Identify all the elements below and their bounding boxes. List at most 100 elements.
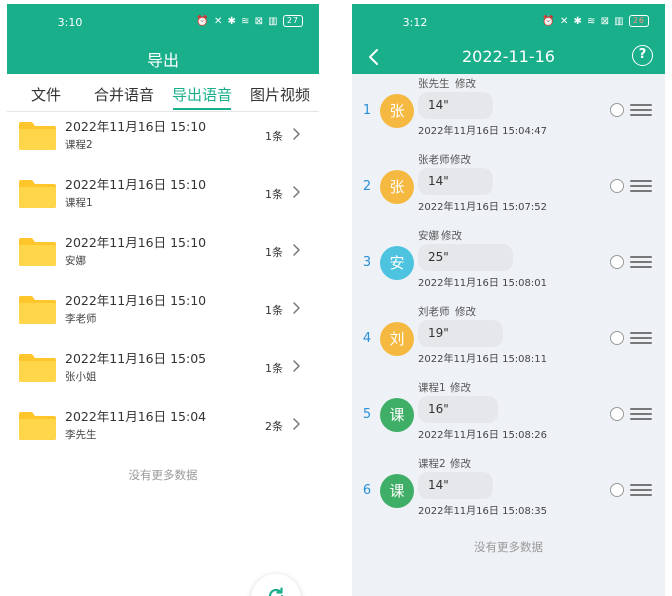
title-bar: 导出 (7, 42, 319, 74)
avatar: 课 (380, 398, 414, 432)
refresh-button[interactable] (251, 574, 301, 596)
folder-item[interactable]: 2022年11月16日 15:10 课程2 1条 (7, 108, 319, 166)
message-index: 6 (362, 483, 372, 498)
help-icon[interactable]: ? (632, 45, 653, 66)
chevron-right-icon (293, 128, 300, 140)
date-detail-screen: 3:12 ⏰ ✕ ✱ ≋ ⊠ ▥ 26 2022-11-16 ? 1 张张先生 修改… (352, 4, 665, 596)
select-radio[interactable] (610, 255, 624, 269)
folder-count: 1条 (265, 304, 283, 317)
voice-message-item: 3 安安娜 修改 25" 2022年11月16日 15:08:01 (352, 228, 665, 304)
avatar: 课 (380, 474, 414, 508)
drag-handle-icon[interactable] (630, 256, 652, 268)
folder-date: 2022年11月16日 15:10 (65, 235, 207, 250)
folder-item[interactable]: 2022年11月16日 15:10 李老师 1条 (7, 282, 319, 340)
message-timestamp: 2022年11月16日 15:08:11 (418, 354, 547, 365)
folder-count: 1条 (265, 246, 283, 259)
edit-link[interactable]: 修改 (450, 456, 471, 471)
sender-name: 刘老师 (418, 306, 450, 318)
tab-export-voice[interactable]: 导出语音 (163, 74, 241, 111)
folder-icon (19, 180, 56, 208)
folder-date: 2022年11月16日 15:10 (65, 293, 207, 308)
select-radio[interactable] (610, 179, 624, 193)
page-title: 2022-11-16 (462, 47, 555, 66)
message-index: 4 (362, 331, 372, 346)
folder-count: 1条 (265, 362, 283, 375)
folder-name: 张小姐 (65, 371, 97, 383)
voice-duration: 19" (428, 326, 449, 340)
select-radio[interactable] (610, 483, 624, 497)
select-radio[interactable] (610, 103, 624, 117)
folder-icon (19, 238, 56, 266)
folder-icon (19, 354, 56, 382)
voice-bubble[interactable]: 14" (418, 472, 493, 499)
folder-item[interactable]: 2022年11月16日 15:10 安娜 1条 (7, 224, 319, 282)
edit-link[interactable]: 修改 (441, 228, 462, 243)
title-bar: 2022-11-16 ? (352, 42, 665, 74)
voice-duration: 25" (428, 250, 449, 264)
voice-bubble[interactable]: 14" (418, 92, 493, 119)
avatar: 刘 (380, 322, 414, 356)
drag-handle-icon[interactable] (630, 408, 652, 420)
select-radio[interactable] (610, 407, 624, 421)
voice-bubble[interactable]: 14" (418, 168, 493, 195)
voice-message-item: 6 课课程2 修改 14" 2022年11月16日 15:08:35 (352, 456, 665, 532)
drag-handle-icon[interactable] (630, 180, 652, 192)
tab-images-videos[interactable]: 图片视频 (241, 74, 319, 111)
folder-name: 安娜 (65, 255, 86, 267)
no-more-data: 没有更多数据 (474, 540, 543, 554)
avatar: 安 (380, 246, 414, 280)
avatar: 张 (380, 170, 414, 204)
message-timestamp: 2022年11月16日 15:08:01 (418, 278, 547, 289)
chevron-right-icon (293, 418, 300, 430)
voice-duration: 14" (428, 478, 449, 492)
drag-handle-icon[interactable] (630, 332, 652, 344)
voice-message-item: 4 刘刘老师 修改 19" 2022年11月16日 15:08:11 (352, 304, 665, 380)
tab-merge-voice[interactable]: 合并语音 (85, 74, 163, 111)
folder-item[interactable]: 2022年11月16日 15:05 张小姐 1条 (7, 340, 319, 398)
export-screen: 3:10 ⏰ ✕ ✱ ≋ ⊠ ▥ 27 导出 文件 合并语音 导出语音 图片视频… (7, 4, 319, 596)
status-indicator-icons: ⏰ ✕ ✱ ≋ ⊠ ▥ (196, 16, 279, 27)
message-timestamp: 2022年11月16日 15:04:47 (418, 126, 547, 137)
folder-icon (19, 412, 56, 440)
edit-link[interactable]: 修改 (455, 304, 476, 319)
edit-link[interactable]: 修改 (450, 380, 471, 395)
sender-name: 张老师 (418, 154, 450, 166)
status-icons: ⏰ ✕ ✱ ≋ ⊠ ▥ 27 (196, 15, 303, 27)
tab-files[interactable]: 文件 (7, 74, 85, 111)
folder-count: 2条 (265, 420, 283, 433)
chevron-right-icon (293, 302, 300, 314)
drag-handle-icon[interactable] (630, 104, 652, 116)
message-index: 5 (362, 407, 372, 422)
battery-icon: 26 (628, 15, 649, 27)
select-radio[interactable] (610, 331, 624, 345)
status-time: 3:12 (402, 16, 428, 29)
voice-bubble[interactable]: 19" (418, 320, 503, 347)
drag-handle-icon[interactable] (630, 484, 652, 496)
folder-name: 李老师 (65, 313, 97, 325)
chevron-right-icon (293, 186, 300, 198)
status-icons: ⏰ ✕ ✱ ≋ ⊠ ▥ 26 (542, 15, 649, 27)
voice-duration: 14" (428, 98, 449, 112)
voice-bubble[interactable]: 16" (418, 396, 498, 423)
folder-icon (19, 296, 56, 324)
voice-bubble[interactable]: 25" (418, 244, 513, 271)
folder-date: 2022年11月16日 15:04 (65, 409, 207, 424)
folder-icon (19, 122, 56, 150)
edit-link[interactable]: 修改 (455, 76, 476, 91)
folder-item[interactable]: 2022年11月16日 15:10 课程1 1条 (7, 166, 319, 224)
folder-name: 李先生 (65, 429, 97, 441)
folder-count: 1条 (265, 188, 283, 201)
tab-bar: 文件 合并语音 导出语音 图片视频 (7, 74, 319, 112)
sender-name: 安娜 (418, 230, 439, 242)
sender-name: 张先生 (418, 78, 450, 90)
voice-message-item: 1 张张先生 修改 14" 2022年11月16日 15:04:47 (352, 76, 665, 152)
folder-item[interactable]: 2022年11月16日 15:04 李先生 2条 (7, 398, 319, 456)
voice-duration: 14" (428, 174, 449, 188)
folder-name: 课程1 (65, 197, 93, 209)
folder-date: 2022年11月16日 15:05 (65, 351, 207, 366)
voice-message-item: 5 课课程1 修改 16" 2022年11月16日 15:08:26 (352, 380, 665, 456)
edit-link[interactable]: 修改 (450, 152, 471, 167)
status-indicator-icons: ⏰ ✕ ✱ ≋ ⊠ ▥ (542, 16, 625, 27)
chevron-right-icon (293, 360, 300, 372)
no-more-data: 没有更多数据 (128, 468, 198, 482)
